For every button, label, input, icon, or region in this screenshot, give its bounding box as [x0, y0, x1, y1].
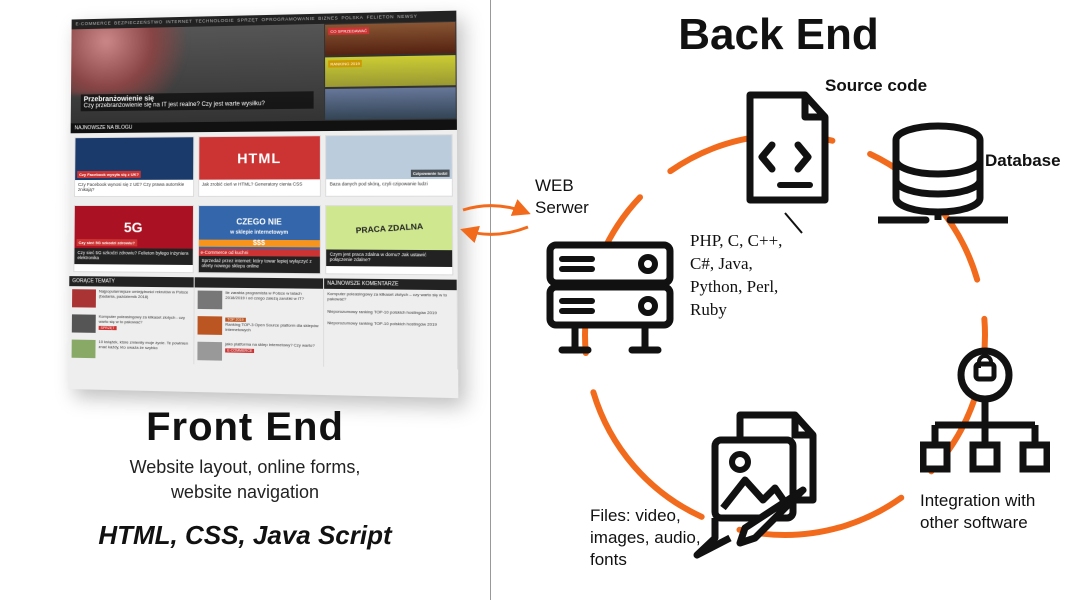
integration-icon	[920, 340, 1050, 485]
connector-line	[780, 208, 810, 238]
source-code-icon	[730, 85, 840, 220]
frontend-panel: E-COMMERCE BEZPIECZEŃSTWO INTERNET TECHN…	[0, 0, 490, 600]
backend-languages: PHP, C, C++, C#, Java, Python, Perl, Rub…	[690, 230, 782, 322]
backend-panel: Back End Source code Database	[490, 0, 1067, 600]
files-label: Files: video, images, audio, fonts	[590, 505, 701, 571]
mock-website-screenshot: E-COMMERCE BEZPIECZEŃSTWO INTERNET TECHN…	[68, 11, 458, 399]
source-code-label: Source code	[825, 75, 927, 97]
frontend-title: Front End	[0, 405, 490, 450]
web-server-icon	[540, 235, 680, 370]
integration-label: Integration with other software	[920, 490, 1035, 534]
frontend-subtitle: Website layout, online forms, website na…	[0, 455, 490, 505]
frontend-tech: HTML, CSS, Java Script	[0, 520, 490, 551]
web-server-label: WEB Serwer	[535, 175, 589, 219]
backend-title: Back End	[490, 10, 1067, 60]
files-icon	[685, 400, 845, 565]
database-label: Database	[985, 150, 1061, 172]
database-icon	[878, 120, 1008, 265]
